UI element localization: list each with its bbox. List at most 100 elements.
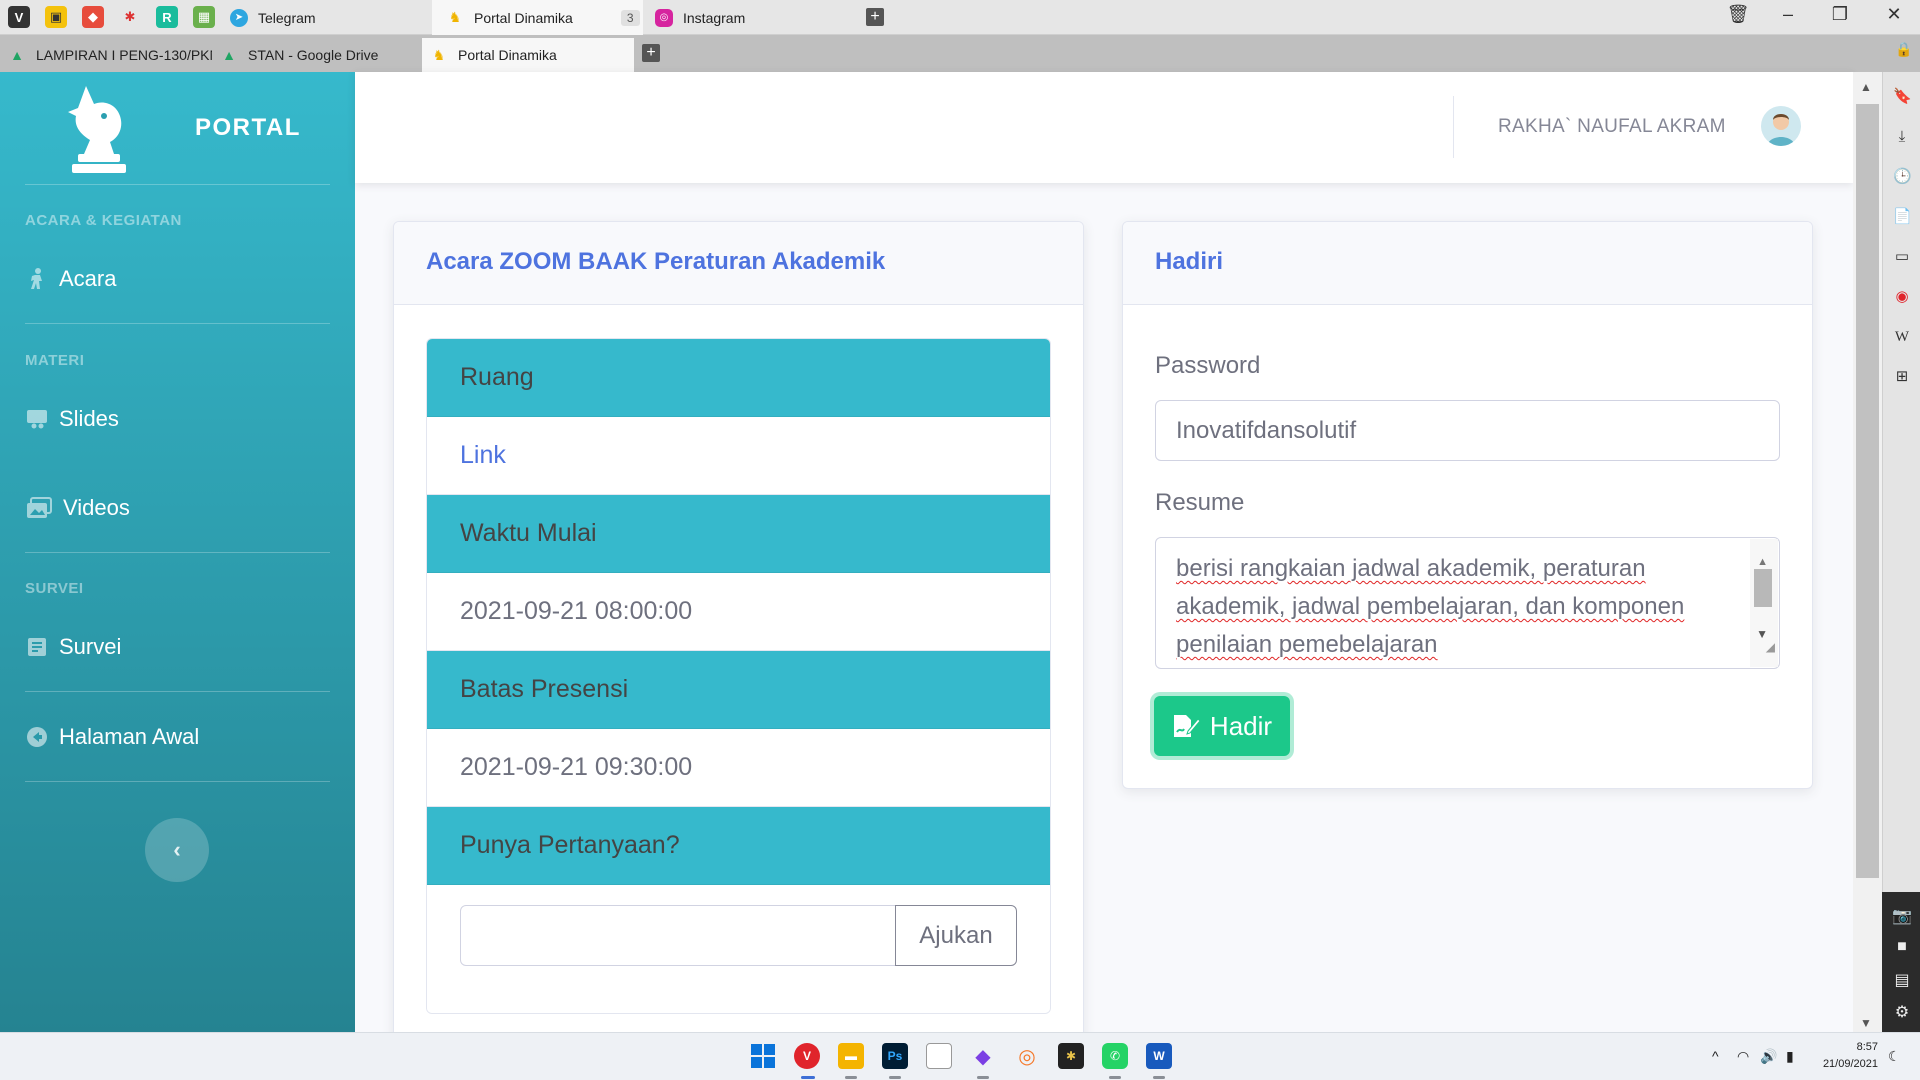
close-icon[interactable]: ✕: [1880, 4, 1908, 25]
attend-card: Hadiri Password Inovatifdansolutif Resum…: [1122, 221, 1813, 789]
telegram-icon: ➤: [230, 8, 248, 27]
taskbar-clock[interactable]: 8:57 21/09/2021: [1812, 1039, 1878, 1073]
tab-label: Portal Dinamika: [458, 47, 557, 63]
sidebar-toggle-button[interactable]: ‹: [145, 818, 209, 882]
tab-stack-bar: ▲ LAMPIRAN I PENG-130/PKN ▲ STAN - Googl…: [0, 35, 1920, 72]
battery-icon[interactable]: ▮: [1786, 1048, 1794, 1065]
tab-stan-drive[interactable]: ▲ STAN - Google Drive: [212, 38, 422, 72]
document-icon[interactable]: [926, 1043, 952, 1069]
browser-tab-bar: V ▣ ◆ ✱ R ▦ ➤ Telegram ♞ Portal Dinamika…: [0, 0, 1920, 35]
attendance-deadline-value: 2021-09-21 09:30:00: [427, 729, 1050, 807]
tab-lampiran[interactable]: ▲ LAMPIRAN I PENG-130/PKN: [0, 38, 212, 72]
speaker-icon[interactable]: 🔊: [1760, 1048, 1777, 1065]
minimize-icon[interactable]: –: [1774, 4, 1802, 25]
page-scroll-thumb[interactable]: [1856, 104, 1879, 878]
windows-start-icon[interactable]: [750, 1043, 776, 1069]
event-card: Acara ZOOM BAAK Peraturan Akademik Ruang…: [393, 221, 1084, 1051]
password-field[interactable]: Inovatifdansolutif: [1155, 400, 1780, 461]
sidebar-item-halaman-awal[interactable]: Halaman Awal: [25, 724, 199, 750]
tab-label: LAMPIRAN I PENG-130/PKN: [36, 47, 212, 63]
camera-icon[interactable]: 📷: [1892, 906, 1912, 926]
clock-date: 21/09/2021: [1822, 1058, 1878, 1070]
scroll-down-icon[interactable]: ▼: [1860, 1016, 1872, 1030]
whatsapp-icon[interactable]: ✆: [1102, 1043, 1128, 1069]
tab-label: Portal Dinamika: [474, 9, 573, 26]
scroll-up-icon[interactable]: ▲: [1860, 80, 1872, 94]
file-explorer-icon[interactable]: ▬: [838, 1043, 864, 1069]
tab-telegram[interactable]: ➤ Telegram: [0, 0, 432, 35]
topbar: RAKHA` NAUFAL AKRAM: [355, 72, 1853, 183]
portal-icon: ♞: [448, 9, 462, 25]
file-signature-icon: [1173, 715, 1200, 737]
clock-time: 8:57: [1856, 1041, 1878, 1053]
scroll-thumb[interactable]: [1754, 569, 1772, 607]
blender-icon[interactable]: ◎: [1014, 1043, 1040, 1069]
resume-label: Resume: [1155, 489, 1245, 516]
sidebar-divider: [25, 781, 330, 782]
sidebar-brand[interactable]: PORTAL: [0, 72, 355, 184]
video-icon[interactable]: ■: [1892, 938, 1912, 958]
add-panel-icon[interactable]: ⊞: [1893, 368, 1911, 386]
brand-name: PORTAL: [195, 114, 301, 141]
photoshop-icon[interactable]: Ps: [882, 1043, 908, 1069]
chalkboard-icon: [25, 408, 49, 430]
window-panel-icon[interactable]: ▭: [1893, 248, 1911, 266]
event-title: Acara ZOOM BAAK Peraturan Akademik: [426, 248, 886, 275]
history-icon[interactable]: 🕒: [1893, 168, 1912, 186]
davinci-icon[interactable]: ✱: [1058, 1043, 1084, 1069]
download-icon[interactable]: ⤓: [1893, 128, 1911, 146]
tab-portal-dinamika-2[interactable]: ♞ Portal Dinamika: [422, 38, 634, 72]
new-tab-button[interactable]: +: [866, 8, 884, 26]
list-header-batas-presensi: Batas Presensi: [427, 651, 1050, 729]
running-indicator: [1153, 1076, 1165, 1079]
kite-icon[interactable]: ◆: [970, 1043, 996, 1069]
sidebar-item-videos[interactable]: Videos: [25, 495, 130, 521]
sidebar: PORTAL ACARA & KEGIATAN Acara MATERI Sli…: [0, 72, 355, 1032]
new-tab-in-stack-button[interactable]: +: [642, 44, 660, 62]
user-name[interactable]: RAKHA` NAUFAL AKRAM: [1498, 116, 1726, 138]
moon-icon[interactable]: ☾: [1888, 1048, 1901, 1065]
card-header: Hadiri: [1123, 222, 1812, 305]
unicorn-logo-icon: [68, 86, 126, 173]
tab-stack-count: 3: [620, 9, 640, 26]
running-indicator: [889, 1076, 901, 1079]
hadir-label: Hadir: [1209, 710, 1273, 741]
question-input[interactable]: [460, 905, 897, 966]
vivaldi-icon[interactable]: V: [794, 1043, 820, 1069]
vivaldi-panel-icon[interactable]: ◉: [1893, 288, 1911, 306]
room-link[interactable]: Link: [427, 417, 1050, 495]
sidebar-heading-materi: MATERI: [25, 352, 85, 369]
wifi-icon[interactable]: ◠: [1737, 1048, 1749, 1065]
gallery-icon[interactable]: ▤: [1892, 970, 1912, 990]
sidebar-item-survei[interactable]: Survei: [25, 634, 121, 660]
arrow-circle-left-icon: [25, 726, 49, 748]
notes-icon[interactable]: 📄: [1893, 208, 1912, 226]
start-time-value: 2021-09-21 08:00:00: [427, 573, 1050, 651]
ajukan-button[interactable]: Ajukan: [895, 905, 1017, 966]
sidebar-heading-acara: ACARA & KEGIATAN: [25, 212, 182, 229]
sidebar-item-label: Slides: [59, 406, 119, 431]
tab-instagram[interactable]: ◎ Instagram: [643, 0, 853, 35]
sidebar-divider: [25, 691, 330, 692]
trash-icon[interactable]: 🗑: [1724, 4, 1752, 25]
sidebar-item-slides[interactable]: Slides: [25, 406, 119, 432]
bookmark-icon[interactable]: 🔖: [1893, 88, 1912, 106]
topbar-divider: [1453, 96, 1454, 158]
wikipedia-icon[interactable]: W: [1893, 328, 1911, 346]
capture-tools: 📷 ■ ▤ ⚙: [1882, 892, 1920, 1040]
chevron-up-icon[interactable]: ^: [1712, 1048, 1719, 1064]
instagram-icon: ◎: [655, 8, 673, 27]
word-icon[interactable]: W: [1146, 1043, 1172, 1069]
list-icon: [25, 636, 49, 658]
attend-title: Hadiri: [1155, 248, 1224, 275]
maximize-icon[interactable]: ❐: [1826, 4, 1854, 25]
settings-gear-icon[interactable]: ⚙: [1892, 1002, 1912, 1022]
resume-textarea[interactable]: berisi rangkaian jadwal akademik, peratu…: [1155, 537, 1780, 669]
sidebar-divider: [25, 184, 330, 185]
resize-grip-icon[interactable]: ◢: [1766, 628, 1775, 666]
tab-label: STAN - Google Drive: [248, 47, 379, 63]
avatar[interactable]: [1761, 106, 1801, 146]
sidebar-item-acara[interactable]: Acara: [25, 266, 116, 292]
tab-portal-dinamika[interactable]: ♞ Portal Dinamika 3: [432, 0, 643, 35]
hadir-button[interactable]: Hadir: [1154, 696, 1290, 756]
